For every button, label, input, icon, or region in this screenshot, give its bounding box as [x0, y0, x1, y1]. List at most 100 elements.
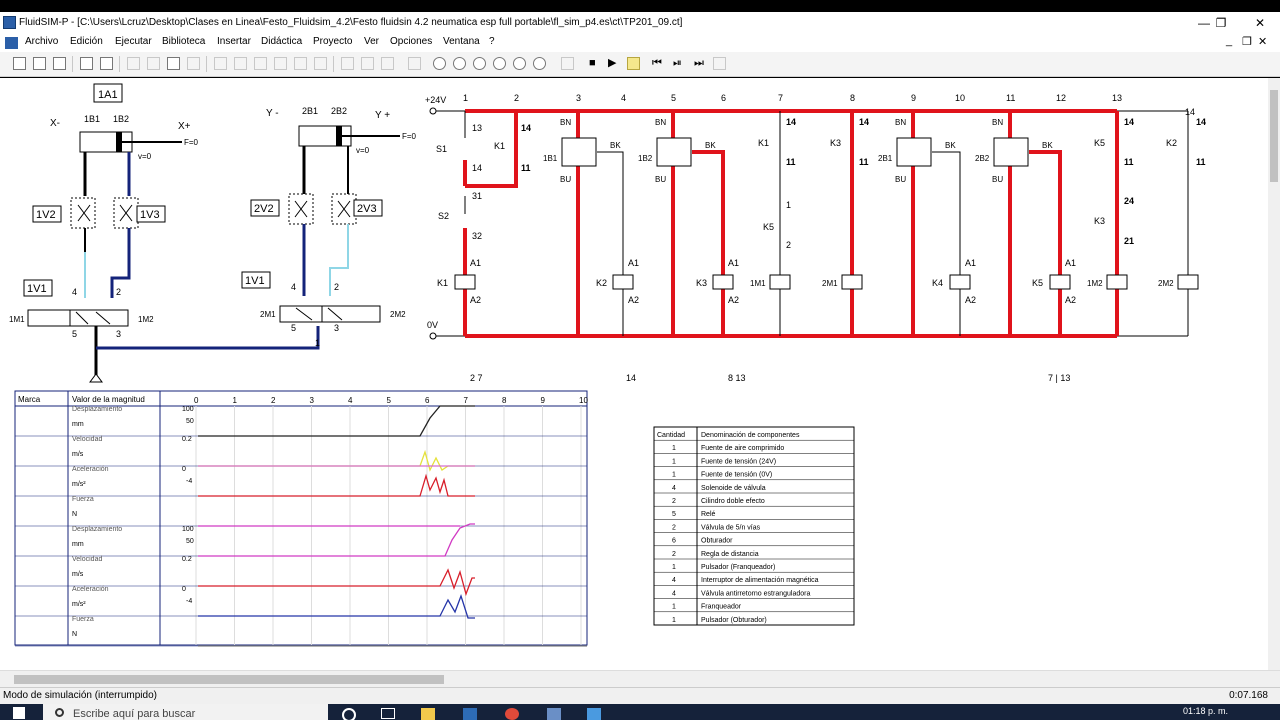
grid-icon[interactable] — [341, 57, 354, 70]
throttle-valve-2v3[interactable]: 2V3 — [331, 193, 383, 225]
throttle-valve-2v2[interactable]: 2V2 — [250, 193, 314, 225]
drawing-canvas[interactable]: 1A1 X- X+ 1B1 1B2 F=0 v=0 1V2 1V3 1V1 4 … — [0, 78, 1268, 670]
solenoid-coil-1m2[interactable]: 1M2 — [1087, 274, 1128, 290]
print-preview-icon[interactable] — [80, 57, 93, 70]
menu-opciones[interactable]: Opciones — [390, 36, 432, 47]
fluidsim-window-icon[interactable] — [587, 708, 601, 720]
copy-icon[interactable] — [167, 57, 180, 70]
visual-studio-icon[interactable] — [463, 708, 477, 720]
cylinder-1a1[interactable]: 1A1 X- X+ 1B1 1B2 F=0 v=0 — [50, 83, 199, 161]
zoom-icon[interactable] — [453, 57, 466, 70]
zoom-all-icon[interactable] — [433, 57, 446, 70]
toolbar-separator — [206, 56, 207, 72]
task-view-icon[interactable] — [381, 708, 395, 719]
open-icon[interactable] — [33, 57, 46, 70]
contact-k1-label: K1 — [494, 141, 505, 151]
undo-icon[interactable] — [127, 57, 140, 70]
check-drawing-icon[interactable] — [561, 57, 574, 70]
proximity-sensor-1b1[interactable]: 1B1 BN BK BU — [543, 118, 621, 184]
chrome-icon[interactable] — [505, 708, 519, 720]
zoom-prev-icon[interactable] — [533, 57, 546, 70]
sensor-2b1-body — [896, 137, 932, 167]
new-icon[interactable] — [13, 57, 26, 70]
menu-insertar[interactable]: Insertar — [217, 36, 251, 47]
horizontal-scrollbar[interactable] — [0, 670, 1280, 688]
step-icon[interactable]: ⏯ — [673, 57, 682, 70]
parts-list[interactable]: Cantidad Denominación de componentes 1 Fuen… — [653, 426, 855, 626]
menu-edicion[interactable]: Edición — [70, 36, 103, 47]
valve-2v1[interactable]: 1V1 4 2 5 3 1 2M1 2M2 — [241, 271, 406, 348]
relay-coil-k2[interactable]: K2 A1 A2 — [596, 258, 639, 305]
pushbutton-s1-label[interactable]: S1 — [436, 144, 447, 154]
taskbar-search-box[interactable]: Escribe aquí para buscar — [43, 704, 328, 720]
document-icon[interactable] — [5, 37, 18, 49]
valve-1v1-tag: 1V1 — [27, 283, 47, 295]
maximize-button[interactable]: ❐ — [1207, 14, 1235, 32]
valve-2v1-port4: 4 — [291, 282, 296, 292]
mdi-minimize-button[interactable]: _ — [1226, 35, 1232, 47]
align-left-icon[interactable] — [214, 57, 227, 70]
print-icon[interactable] — [100, 57, 113, 70]
simulate-all-icon[interactable] — [713, 57, 726, 70]
valve-1v1[interactable]: 1V1 4 2 5 3 1M1 1M2 — [9, 279, 154, 339]
relay-coil-k4[interactable]: K4 A1 A2 — [932, 258, 976, 305]
save-icon[interactable] — [53, 57, 66, 70]
menu-ejecutar[interactable]: Ejecutar — [115, 36, 152, 47]
solenoid-coil-1m1[interactable]: 1M1 — [750, 274, 791, 290]
relay-coil-k3[interactable]: K3 A1 A2 — [696, 258, 739, 305]
file-explorer-icon[interactable] — [421, 708, 435, 720]
align-bottom-icon[interactable] — [314, 57, 327, 70]
zoom-out-icon[interactable] — [493, 57, 506, 70]
menu-ventana[interactable]: Ventana — [443, 36, 480, 47]
menu-archivo[interactable]: Archivo — [25, 36, 58, 47]
zoom-in-icon[interactable] — [513, 57, 526, 70]
step-to-end-icon[interactable]: ⏭ — [694, 57, 704, 70]
pause-icon[interactable] — [627, 57, 640, 70]
relay-coil-k5-body — [1049, 274, 1071, 290]
xref-col1: 2 7 — [470, 373, 483, 383]
menu-proyecto[interactable]: Proyecto — [313, 36, 352, 47]
zoom-window-icon[interactable] — [473, 57, 486, 70]
contact-k5-col7-label: K5 — [763, 222, 774, 232]
menu-ver[interactable]: Ver — [364, 36, 379, 47]
parts-list-qty: 1 — [672, 564, 676, 571]
align-middle-icon[interactable] — [294, 57, 307, 70]
windows-start-icon[interactable] — [13, 707, 25, 719]
state-diagram[interactable]: Marca Valor de la magnitud 0 1 2 3 4 5 6 7 8 9 10 … — [14, 390, 588, 647]
fluidsim-icon[interactable] — [547, 708, 561, 720]
relay-coil-k1[interactable]: K1 A1 A2 — [437, 258, 481, 305]
solenoid-coil-2m2[interactable]: 2M2 — [1158, 274, 1199, 290]
menu-biblioteca[interactable]: Biblioteca — [162, 36, 205, 47]
relay-coil-k5[interactable]: K5 A1 A2 — [1032, 258, 1076, 305]
check-icon[interactable] — [361, 57, 374, 70]
stop-icon[interactable]: ■ — [589, 57, 596, 70]
mdi-restore-button[interactable]: ❐ — [1242, 35, 1252, 48]
cut-icon[interactable] — [147, 57, 160, 70]
close-button[interactable]: ✕ — [1246, 14, 1274, 32]
paste-icon[interactable] — [187, 57, 200, 70]
cylinder-2a1[interactable]: Y - Y + 2B1 2B2 F=0 v=0 — [266, 106, 417, 155]
proximity-sensor-2b1[interactable]: 2B1 BN BK BU — [878, 118, 956, 184]
sensor-2b1-bu: BU — [895, 175, 906, 184]
menu-help[interactable]: ? — [489, 36, 495, 47]
throttle-valve-1v2[interactable]: 1V2 — [32, 197, 96, 229]
align-top-icon[interactable] — [274, 57, 287, 70]
delete-icon[interactable] — [381, 57, 394, 70]
rewind-icon[interactable]: ⏮ — [652, 57, 662, 70]
align-right-icon[interactable] — [254, 57, 267, 70]
vertical-scrollbar[interactable] — [1268, 78, 1280, 670]
diagram-row-scale: -4 — [186, 598, 192, 605]
mdi-close-button[interactable]: ✕ — [1258, 35, 1267, 48]
vertical-scrollbar-thumb[interactable] — [1270, 90, 1278, 182]
align-center-icon[interactable] — [234, 57, 247, 70]
relay-coil-k2-body — [612, 274, 634, 290]
horizontal-scrollbar-thumb[interactable] — [14, 675, 444, 684]
play-icon[interactable]: ▶ — [608, 57, 616, 70]
pushbutton-s2-label[interactable]: S2 — [438, 211, 449, 221]
throttle-valve-1v3[interactable]: 1V3 — [113, 197, 166, 229]
wire-col6 — [692, 150, 725, 336]
solenoid-coil-2m1[interactable]: 2M1 — [822, 274, 863, 290]
cortana-icon[interactable] — [342, 708, 356, 720]
superimpose-icon[interactable] — [408, 57, 421, 70]
menu-didactica[interactable]: Didáctica — [261, 36, 302, 47]
